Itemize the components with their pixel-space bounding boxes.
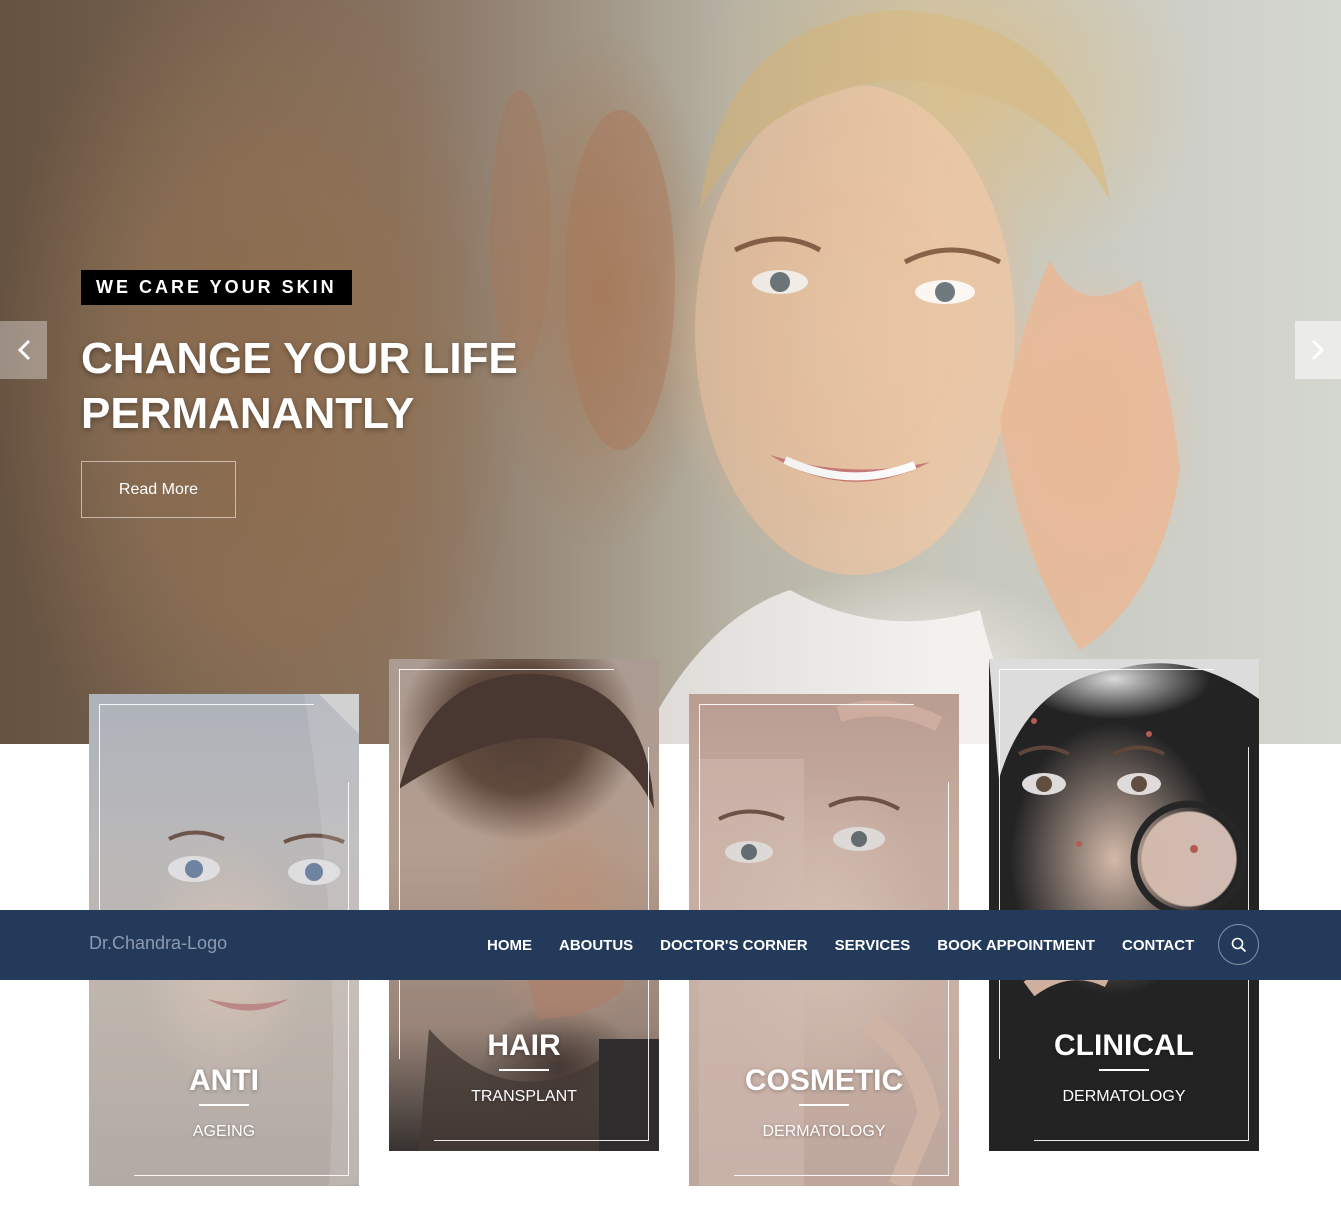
slider-next-button[interactable]	[1295, 321, 1341, 379]
chevron-right-icon	[1311, 339, 1325, 361]
card-divider	[1099, 1069, 1149, 1071]
nav-menu: HOME ABOUTUS DOCTOR'S CORNER SERVICES BO…	[487, 910, 1194, 980]
search-button[interactable]	[1218, 924, 1259, 965]
card-title: ANTI	[189, 1064, 259, 1097]
service-card-hair-transplant[interactable]: HAIR TRANSPLANT	[389, 659, 659, 1151]
card-subtitle: DERMATOLOGY	[762, 1123, 886, 1140]
chevron-left-icon	[17, 339, 30, 361]
nav-item-aboutus[interactable]: ABOUTUS	[559, 937, 633, 954]
hero-headline-line2: PERMANANTLY	[81, 389, 415, 438]
nav-item-services[interactable]: SERVICES	[835, 937, 911, 954]
frame-line	[699, 704, 914, 705]
frame-line	[734, 1175, 949, 1176]
card-subtitle: DERMATOLOGY	[1062, 1088, 1186, 1105]
card-title: HAIR	[487, 1029, 561, 1062]
frame-line	[999, 669, 1214, 670]
frame-line	[1034, 1140, 1249, 1141]
card-divider	[499, 1069, 549, 1071]
card-title: COSMETIC	[744, 1064, 904, 1097]
card-overlay	[989, 659, 1259, 1151]
nav-item-home[interactable]: HOME	[487, 937, 532, 954]
hero-headline-line1: CHANGE YOUR LIFE	[81, 334, 518, 383]
card-divider	[799, 1104, 849, 1106]
frame-line	[399, 669, 614, 670]
card-subtitle: TRANSPLANT	[471, 1088, 577, 1105]
slider-prev-button[interactable]	[0, 321, 47, 379]
nav-item-contact[interactable]: CONTACT	[1122, 937, 1194, 954]
card-divider	[199, 1104, 249, 1106]
frame-line	[699, 704, 700, 914]
service-card-clinical-dermatology[interactable]: CLINICAL DERMATOLOGY	[989, 659, 1259, 1151]
nav-item-doctors-corner[interactable]: DOCTOR'S CORNER	[660, 937, 807, 954]
site-logo[interactable]: Dr.Chandra-Logo	[89, 931, 227, 955]
card-subtitle: AGEING	[192, 1123, 256, 1140]
nav-item-book-appointment[interactable]: BOOK APPOINTMENT	[937, 937, 1095, 954]
frame-line	[399, 669, 400, 1059]
frame-line	[99, 704, 100, 914]
card-title: CLINICAL	[1054, 1029, 1194, 1062]
search-icon	[1231, 937, 1246, 952]
card-overlay	[389, 659, 659, 1151]
hero-slider: WE CARE YOUR SKIN CHANGE YOUR LIFE PERMA…	[0, 0, 1341, 744]
read-more-button[interactable]: Read More	[81, 461, 236, 518]
frame-line	[999, 669, 1000, 1059]
main-navigation: Dr.Chandra-Logo HOME ABOUTUS DOCTOR'S CO…	[0, 910, 1341, 980]
frame-line	[434, 1140, 649, 1141]
frame-line	[134, 1175, 349, 1176]
hero-headline: CHANGE YOUR LIFE PERMANANTLY	[81, 331, 641, 441]
frame-line	[99, 704, 314, 705]
hero-tagline: WE CARE YOUR SKIN	[81, 270, 352, 305]
